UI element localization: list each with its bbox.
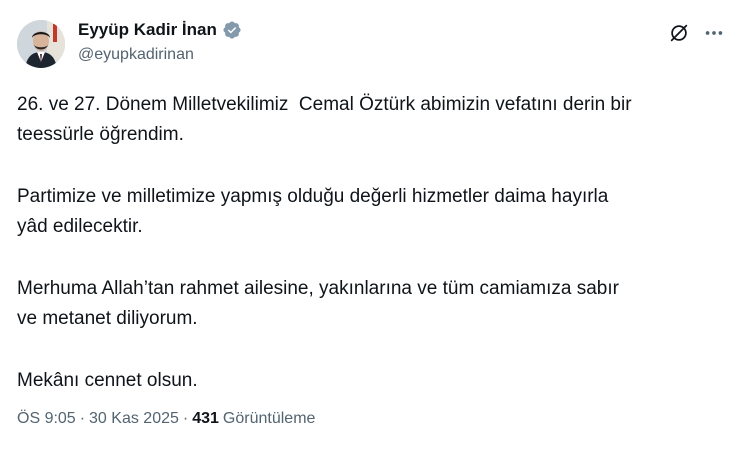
- separator-dot: ·: [79, 410, 86, 427]
- tweet-paragraph: Merhuma Allah’tan rahmet ailesine, yakın…: [17, 278, 619, 329]
- avatar[interactable]: [17, 20, 65, 68]
- separator-dot: ·: [182, 410, 189, 427]
- tweet-text: 26. ve 27. Dönem Milletvekilimiz Cemal Ö…: [17, 90, 732, 396]
- views-label[interactable]: Görüntüleme: [223, 408, 316, 430]
- verified-badge-icon[interactable]: [222, 20, 242, 40]
- avatar-image: [17, 20, 65, 68]
- tweet-time[interactable]: ÖS 9:05: [17, 408, 76, 430]
- views-count[interactable]: 431: [192, 408, 219, 430]
- tweet-metadata: ÖS 9:05 · 30 Kas 2025 · 431 Görüntüleme: [17, 408, 315, 430]
- tweet-date[interactable]: 30 Kas 2025: [89, 408, 179, 430]
- more-options-icon[interactable]: [703, 22, 725, 44]
- author-name-row: Eyyüp Kadir İnan: [78, 20, 242, 40]
- author-handle[interactable]: @eyupkadirinan: [78, 45, 194, 65]
- tweet-paragraph: Mekânı cennet olsun.: [17, 370, 198, 391]
- author-display-name[interactable]: Eyyüp Kadir İnan: [78, 20, 217, 40]
- tweet-card: Eyyüp Kadir İnan @eyupkadirinan 26. ve 2…: [0, 0, 747, 453]
- grok-icon[interactable]: [668, 22, 690, 44]
- tweet-paragraph: Partimize ve milletimize yapmış olduğu d…: [17, 186, 609, 237]
- tweet-paragraph: 26. ve 27. Dönem Milletvekilimiz Cemal Ö…: [17, 94, 632, 145]
